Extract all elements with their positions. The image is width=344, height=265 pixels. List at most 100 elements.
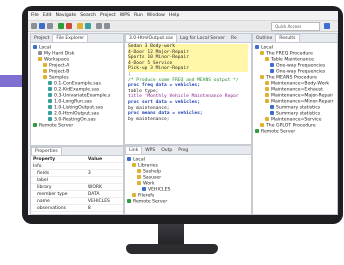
forward-icon[interactable] <box>104 23 110 29</box>
file-icon <box>48 105 52 109</box>
table-icon <box>270 63 274 67</box>
tree-item-label: Maintenance=Service <box>271 117 322 123</box>
menu-search[interactable]: Search <box>80 13 96 18</box>
property-row[interactable]: label <box>31 176 123 184</box>
menu-bar: File Edit Navigate Search Project WPS Ru… <box>28 11 338 21</box>
menu-run[interactable]: Run <box>134 13 143 18</box>
property-row[interactable]: Info <box>31 162 123 170</box>
property-row[interactable]: name VEHICLES <box>31 197 123 205</box>
tree-item-label: Local <box>39 45 51 51</box>
menu-window[interactable]: Window <box>147 13 165 18</box>
property-name: observations <box>31 204 86 212</box>
tab-program[interactable]: Prog <box>175 147 191 154</box>
property-row[interactable]: fields 3 <box>31 169 123 177</box>
folder-icon <box>260 75 264 79</box>
stop-icon[interactable] <box>66 23 72 29</box>
tab-editor-log[interactable]: Log for Local Server <box>177 35 228 42</box>
properties-table: Property Value Info fields 3 label library WO… <box>31 156 123 212</box>
tab-outline[interactable]: Outline <box>253 35 275 42</box>
tree-item-label: Remote Server <box>261 129 296 135</box>
tab-output[interactable]: Outp <box>158 147 175 154</box>
tab-project[interactable]: Project <box>31 35 52 42</box>
tree-item-label: 1.0-ListingOutput.sas <box>54 105 104 111</box>
menu-edit[interactable]: Edit <box>43 13 52 18</box>
property-value: 8 <box>85 204 123 212</box>
table-icon <box>270 105 274 109</box>
back-icon[interactable] <box>96 23 102 29</box>
property-row[interactable]: library WORK <box>31 183 123 191</box>
tab-editor-results[interactable]: Re <box>228 35 240 42</box>
tree-item[interactable]: Remote Server <box>255 129 335 135</box>
tab-link[interactable]: Link <box>125 146 143 154</box>
property-row[interactable]: observations 8 <box>31 204 123 212</box>
tree-item-label: The FREQ Procedure <box>266 51 313 57</box>
new-icon[interactable] <box>31 23 37 29</box>
code-line[interactable]: by maintenance; <box>128 117 248 123</box>
tab-properties[interactable]: Properties <box>31 147 62 155</box>
library-icon <box>137 181 141 185</box>
tree-item-label: Project-B <box>49 69 70 75</box>
folder-icon <box>265 117 269 121</box>
file-icon <box>48 117 52 121</box>
property-value: 3 <box>85 169 123 177</box>
save-icon[interactable] <box>39 23 45 29</box>
project-tree: Local My Hard Disk Workspace Project-A Proje… <box>31 43 123 131</box>
table-icon <box>270 111 274 115</box>
code-editor[interactable]: Sedan 3 Body-work 4-Door 12 Major-Repair S… <box>125 43 251 123</box>
tree-item-label: One-way Frequencies <box>276 69 326 75</box>
folder-icon <box>265 81 269 85</box>
tree-item-label: Maintenance=Exhaust <box>271 87 323 93</box>
tree-item[interactable]: Remote Server <box>127 199 249 205</box>
tree-item-label: 0.2-KidExample.sas <box>54 87 100 93</box>
tree-item-label: Sashelp <box>143 169 162 175</box>
tree-item[interactable]: Remote Server <box>33 123 121 129</box>
toolbar: Quick Access <box>28 21 338 32</box>
table-icon <box>270 69 274 73</box>
monitor-stand-base <box>126 244 218 254</box>
file-icon <box>48 81 52 85</box>
library-icon <box>137 169 141 173</box>
run-icon[interactable] <box>58 23 64 29</box>
search-icon[interactable] <box>85 23 91 29</box>
menu-file[interactable]: File <box>31 13 39 18</box>
tree-item-label: Project-A <box>49 63 70 69</box>
tree-item-label: The GPLOT Procedure <box>266 123 316 129</box>
menu-wps[interactable]: WPS <box>120 13 130 18</box>
library-icon <box>137 175 141 179</box>
tab-results[interactable]: Results <box>275 34 300 42</box>
tree-item-label: Remote Server <box>133 199 168 205</box>
tree-item-label: VEHICLES <box>148 187 171 193</box>
server-icon <box>255 129 259 133</box>
menu-help[interactable]: Help <box>169 13 179 18</box>
file-icon <box>48 93 52 97</box>
folder-icon <box>132 193 136 197</box>
folder-icon <box>265 57 269 61</box>
property-name: Info <box>31 162 86 170</box>
tree-item-label: Summary statistics <box>276 111 321 117</box>
folder-open-icon[interactable] <box>77 23 83 29</box>
editor-panel: 3.0-HtmlOutput.sas Log for Local Server … <box>124 33 252 145</box>
tab-file-explorer[interactable]: File Explorer <box>52 34 89 42</box>
tree-item-label: Samples <box>49 75 69 81</box>
tree-item-label: My Hard Disk <box>44 51 75 57</box>
property-name: name <box>31 197 86 205</box>
folder-icon <box>43 69 47 73</box>
computer-icon <box>127 157 131 161</box>
monitor-stand-neck <box>158 224 184 246</box>
perspective-icon[interactable] <box>324 23 330 29</box>
property-name: label <box>31 176 86 184</box>
menu-navigate[interactable]: Navigate <box>56 13 77 18</box>
tab-editor-html-output[interactable]: 3.0-HtmlOutput.sas <box>125 34 178 42</box>
menu-project[interactable]: Project <box>100 13 116 18</box>
print-icon[interactable] <box>47 23 53 29</box>
server-icon <box>127 199 131 203</box>
project-panel: Project File Explorer Local My Hard Disk W… <box>30 33 124 146</box>
tree-item-label: 2.0-HtmlOutput.sas <box>54 111 99 117</box>
bottom-panel-tabs: Link WPS Outp Prog <box>125 146 251 155</box>
tree-item-label: Table Maintenance <box>271 57 314 63</box>
quick-access-input[interactable]: Quick Access <box>271 22 320 31</box>
property-row[interactable]: member type DATA <box>31 190 123 198</box>
tab-wps[interactable]: WPS <box>142 147 158 154</box>
results-panel: Outline Results Local The FREQ Procedure T… <box>252 33 338 215</box>
property-value: WORK <box>85 183 123 191</box>
